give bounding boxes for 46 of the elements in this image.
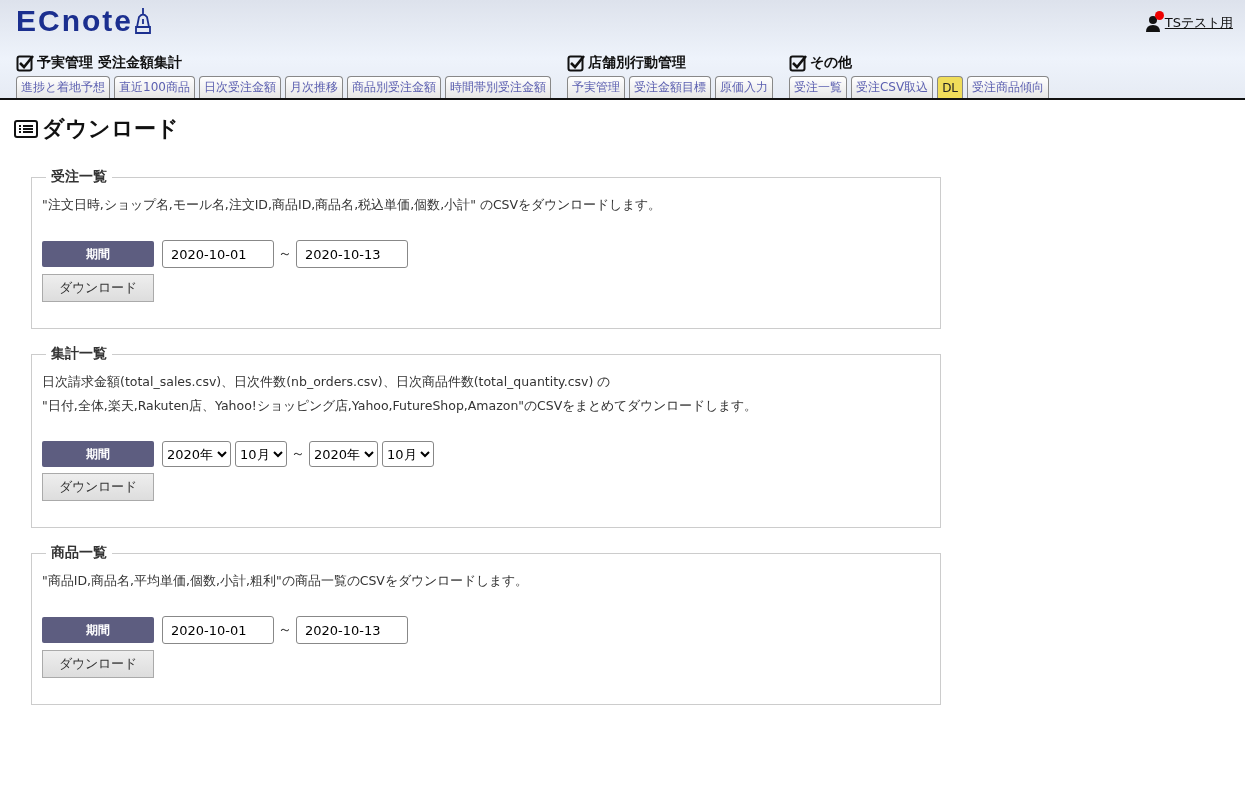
nav-tab[interactable]: 時間帯別受注金額 bbox=[444, 76, 551, 98]
download-button[interactable]: ダウンロード bbox=[42, 650, 154, 678]
section-legend: 集計一覧 bbox=[46, 345, 112, 363]
section-description: "注文日時,ショップ名,モール名,注文ID,商品ID,商品名,税込単価,個数,小計" のCSVをダウンロードします。 bbox=[42, 196, 663, 214]
period-label: 期間 bbox=[42, 241, 154, 267]
section-description: "日付,全体,楽天,Rakuten店、Yahoo!ショッピング店,Yahoo,FutureShop,Amazon"のCSVをまとめてダウンロードします。 bbox=[42, 397, 759, 415]
nav-tab[interactable]: 受注商品傾向 bbox=[967, 76, 1050, 98]
range-separator: ～ bbox=[278, 245, 292, 263]
year-select[interactable]: 2020年 bbox=[162, 441, 231, 467]
section-legend: 受注一覧 bbox=[46, 168, 112, 186]
nav-tab[interactable]: DL bbox=[937, 76, 964, 98]
list-icon bbox=[14, 119, 38, 139]
user-icon bbox=[1145, 14, 1162, 32]
pen-nib-icon bbox=[135, 7, 151, 35]
nav-tab[interactable]: 予実管理 bbox=[566, 76, 625, 98]
nav-tab[interactable]: 商品別受注金額 bbox=[346, 76, 441, 98]
logo-text: ECnote bbox=[16, 4, 133, 38]
download-button[interactable]: ダウンロード bbox=[42, 274, 154, 302]
nav-group-title: その他 bbox=[809, 54, 852, 72]
period-label: 期間 bbox=[42, 441, 154, 467]
nav-tab[interactable]: 月次推移 bbox=[284, 76, 343, 98]
section-description: "商品ID,商品名,平均単価,個数,小計,粗利"の商品一覧のCSVをダウンロードします。 bbox=[42, 572, 529, 590]
nav-tab[interactable]: 直近100商品 bbox=[114, 76, 195, 98]
nav-group-title: 予実管理 受注金額集計 bbox=[37, 54, 182, 72]
nav-tab[interactable]: 受注金額目標 bbox=[628, 76, 711, 98]
month-select[interactable]: 10月 bbox=[382, 441, 434, 467]
date-field[interactable]: 2020-10-01 bbox=[162, 616, 274, 644]
month-select[interactable]: 10月 bbox=[235, 441, 287, 467]
nav-tab[interactable]: 受注CSV取込 bbox=[850, 76, 934, 98]
range-separator: ～ bbox=[291, 445, 305, 463]
nav-tab[interactable]: 原価入力 bbox=[714, 76, 773, 98]
page-title: ダウンロード bbox=[42, 115, 179, 143]
nav-group-title: 店舗別行動管理 bbox=[587, 54, 686, 72]
user-link[interactable]: TSテスト用 bbox=[1164, 14, 1233, 32]
download-button[interactable]: ダウンロード bbox=[42, 473, 154, 501]
period-label: 期間 bbox=[42, 617, 154, 643]
nav-tab[interactable]: 受注一覧 bbox=[788, 76, 847, 98]
date-field[interactable]: 2020-10-01 bbox=[162, 240, 274, 268]
section-description: 日次請求金額(total_sales.csv)、日次件数(nb_orders.csv)、日次商品件数(total_quantity.csv) の bbox=[42, 373, 612, 391]
nav-tab[interactable]: 日次受注金額 bbox=[198, 76, 281, 98]
date-field[interactable]: 2020-10-13 bbox=[296, 616, 408, 644]
year-select[interactable]: 2020年 bbox=[309, 441, 378, 467]
range-separator: ～ bbox=[278, 621, 292, 639]
section-legend: 商品一覧 bbox=[46, 544, 112, 562]
date-field[interactable]: 2020-10-13 bbox=[296, 240, 408, 268]
nav-tab[interactable]: 進捗と着地予想 bbox=[16, 76, 110, 98]
